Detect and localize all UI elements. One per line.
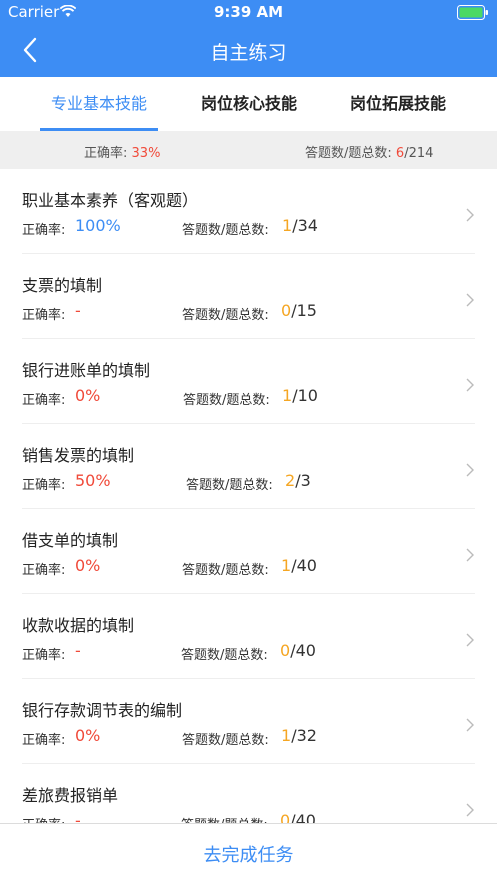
item-count-value: 1/34 (282, 216, 318, 235)
navigation-bar: 自主练习 (0, 24, 497, 77)
item-accuracy-label: 正确率: (22, 223, 66, 238)
item-count-value: 1/40 (281, 556, 317, 575)
item-accuracy-label: 正确率: (22, 814, 65, 823)
tab-label: 岗位核心技能 (200, 94, 297, 113)
chevron-right-icon (465, 547, 475, 562)
item-answered: 0 (280, 641, 291, 660)
tab-core-skills[interactable]: 岗位核心技能 (190, 77, 308, 131)
tab-professional-basic-skills[interactable]: 专业基本技能 (40, 77, 158, 131)
item-count-label: 答题数/题总数: (183, 393, 270, 408)
list-item[interactable]: 银行进账单的填制 正确率: 0% 答题数/题总数: 1/10 (0, 339, 497, 424)
item-answered: 1 (281, 556, 292, 575)
list-item[interactable]: 职业基本素养（客观题） 正确率: 100% 答题数/题总数: 1/34 (0, 169, 497, 254)
list-item[interactable]: 银行存款调节表的编制 正确率: 0% 答题数/题总数: 1/32 (0, 679, 497, 764)
item-accuracy-value: - (75, 301, 81, 320)
item-total: /15 (291, 301, 317, 320)
summary-count: 答题数/题总数: 6/214 (305, 142, 433, 161)
item-name: 销售发票的填制 (22, 446, 135, 465)
item-name: 借支单的填制 (22, 531, 119, 550)
summary-total: /214 (404, 146, 434, 161)
item-name: 差旅费报销单 (22, 786, 119, 805)
item-accuracy-label: 正确率: (22, 563, 66, 578)
summary-bar: 正确率: 33% 答题数/题总数: 6/214 (0, 131, 497, 169)
item-accuracy-value: - (75, 641, 81, 660)
item-count-value: 0/40 (280, 811, 316, 823)
item-total: /3 (295, 471, 311, 490)
item-name: 职业基本素养（客观题） (22, 191, 199, 210)
chevron-right-icon (465, 717, 475, 732)
chevron-right-icon (465, 462, 475, 477)
list-item[interactable]: 借支单的填制 正确率: 0% 答题数/题总数: 1/40 (0, 509, 497, 594)
chevron-right-icon (465, 207, 475, 222)
bottom-bar: 去完成任务 (0, 823, 497, 883)
chevron-right-icon (465, 292, 475, 307)
item-answered: 0 (281, 301, 292, 320)
item-accuracy-value: 50% (75, 471, 111, 490)
tab-bar: 专业基本技能 岗位核心技能 岗位拓展技能 (0, 77, 497, 131)
status-bar: Carrier 9:39 AM (0, 0, 497, 24)
item-count-value: 1/32 (281, 726, 317, 745)
item-count-value: 1/10 (282, 386, 318, 405)
item-answered: 0 (280, 811, 291, 823)
status-time: 9:39 AM (213, 3, 284, 21)
chevron-right-icon (465, 632, 475, 647)
battery-icon (457, 5, 489, 24)
tab-extended-skills[interactable]: 岗位拓展技能 (339, 77, 457, 131)
item-total: /34 (292, 216, 318, 235)
item-accuracy-label: 正确率: (22, 478, 66, 493)
item-name: 银行存款调节表的编制 (22, 701, 183, 720)
item-accuracy-label: 正确率: (22, 393, 66, 408)
list-item[interactable]: 收款收据的填制 正确率: - 答题数/题总数: 0/40 (0, 594, 497, 679)
item-total: /40 (291, 556, 317, 575)
item-accuracy-value: 0% (75, 726, 101, 745)
item-name: 银行进账单的填制 (22, 361, 151, 380)
item-total: /40 (290, 641, 316, 660)
summary-count-label: 答题数/题总数: (305, 146, 392, 161)
summary-accuracy-value: 33% (131, 146, 161, 161)
item-answered: 2 (285, 471, 296, 490)
item-count-label: 答题数/题总数: (181, 648, 268, 663)
item-count-value: 0/15 (281, 301, 317, 320)
item-total: /10 (292, 386, 318, 405)
item-count-label: 答题数/题总数: (181, 814, 268, 823)
chevron-right-icon (465, 377, 475, 392)
page-title: 自主练习 (210, 42, 287, 64)
item-total: /40 (290, 811, 316, 823)
item-count-label: 答题数/题总数: (182, 733, 269, 748)
item-accuracy-value: 0% (75, 386, 101, 405)
item-count-value: 0/40 (280, 641, 316, 660)
item-name: 支票的填制 (22, 276, 103, 295)
summary-accuracy: 正确率: 33% (84, 142, 160, 161)
list-item[interactable]: 销售发票的填制 正确率: 50% 答题数/题总数: 2/3 (0, 424, 497, 509)
tab-label: 专业基本技能 (50, 94, 147, 113)
item-total: /32 (291, 726, 317, 745)
complete-task-button[interactable]: 去完成任务 (0, 824, 497, 883)
item-answered: 1 (281, 726, 292, 745)
exercise-list: 职业基本素养（客观题） 正确率: 100% 答题数/题总数: 1/34 支票的填… (0, 169, 497, 823)
top-bar: Carrier 9:39 AM 自主练习 (0, 0, 497, 77)
item-accuracy-label: 正确率: (22, 648, 66, 663)
item-name: 收款收据的填制 (22, 616, 135, 635)
item-accuracy-value: - (75, 811, 81, 823)
item-accuracy-value: 100% (75, 216, 121, 235)
chevron-right-icon (465, 802, 475, 817)
item-answered: 1 (282, 386, 293, 405)
item-count-value: 2/3 (285, 471, 311, 490)
item-count-label: 答题数/题总数: (182, 308, 269, 323)
tab-label: 岗位拓展技能 (349, 94, 446, 113)
item-answered: 1 (282, 216, 293, 235)
summary-accuracy-label: 正确率: (84, 146, 128, 161)
item-count-label: 答题数/题总数: (182, 563, 269, 578)
item-accuracy-value: 0% (75, 556, 101, 575)
list-item[interactable]: 支票的填制 正确率: - 答题数/题总数: 0/15 (0, 254, 497, 339)
item-count-label: 答题数/题总数: (186, 478, 273, 493)
item-count-label: 答题数/题总数: (182, 223, 269, 238)
list-item[interactable]: 差旅费报销单 正确率: - 答题数/题总数: 0/40 (0, 764, 497, 823)
item-accuracy-label: 正确率: (22, 733, 66, 748)
summary-answered: 6 (395, 146, 405, 161)
item-accuracy-label: 正确率: (22, 308, 66, 323)
